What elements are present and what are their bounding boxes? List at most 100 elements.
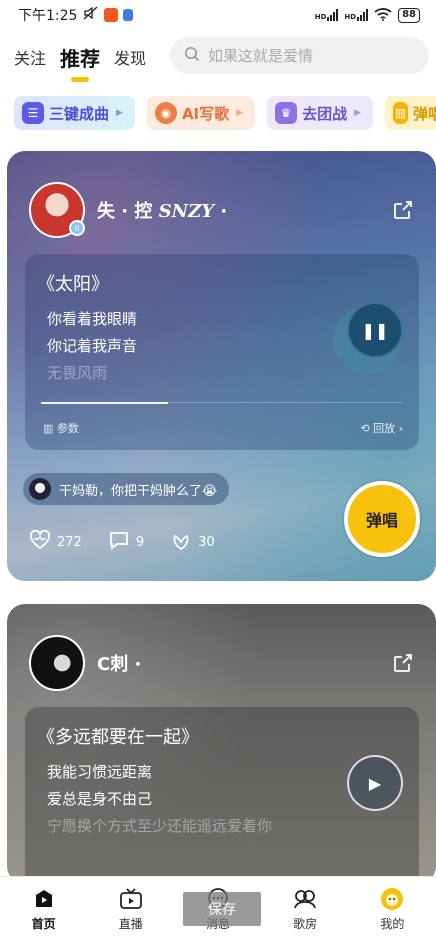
chip-label: 三键成曲 <box>49 104 110 123</box>
lyric-panel[interactable]: 《多远都要在一起》 我能习惯远距离 爱总是身不由己 宁愿换个方式至少还能遥远爱着… <box>25 707 419 884</box>
progress-fill <box>41 401 168 404</box>
search-icon <box>184 46 200 66</box>
nav-profile[interactable]: 我的 <box>362 887 422 932</box>
avatar[interactable]: II <box>29 182 85 238</box>
song-title: 《多远都要在一起》 <box>37 727 199 748</box>
card-header: C刺 · <box>29 634 141 692</box>
params-button[interactable]: ▥ 参数 <box>43 420 79 436</box>
progress-bar[interactable] <box>41 401 403 404</box>
signal-2-icon: HD <box>344 9 369 21</box>
username-text: 失 · 控 <box>97 201 153 222</box>
profile-avatar-icon <box>379 887 405 911</box>
lyric-line: 你记着我声音 <box>47 337 138 355</box>
lyric-line: 无畏风雨 <box>47 364 108 382</box>
gift-button[interactable]: 30 <box>170 529 215 555</box>
nav-live[interactable]: 直播 <box>101 887 161 932</box>
status-bar: 下午1:25 HD HD 88 <box>0 0 436 30</box>
music-bars-icon: ☰ <box>22 102 44 124</box>
home-play-icon <box>31 887 57 911</box>
chevron-right-icon: › <box>398 422 403 435</box>
avatar[interactable] <box>29 635 85 691</box>
heart-icon <box>29 529 51 554</box>
song-title: 《太阳》 <box>37 274 109 295</box>
lyric-panel[interactable]: 《太阳》 你看着我眼睛 你记着我声音 无畏风雨 ❚❚ ▥ 参数 ⟲ 回放 › <box>25 254 419 450</box>
sing-along-button[interactable]: 弹唱 <box>344 481 420 557</box>
nav-label: 歌房 <box>293 917 318 931</box>
chip-three-key-song[interactable]: ☰ 三键成曲 ▶ <box>14 96 135 130</box>
replay-label: 回放 <box>373 422 396 435</box>
comment-button[interactable]: 9 <box>108 530 144 554</box>
card-header: II 失 · 控 SNZY · <box>29 181 227 239</box>
tab-recommend[interactable]: 推荐 <box>60 43 100 72</box>
share-icon[interactable] <box>392 652 414 674</box>
tab-follow[interactable]: 关注 <box>14 45 46 69</box>
top-comment[interactable]: 干妈勒，你把干妈肿么了😭 <box>23 473 230 505</box>
lyric-line: 我能习惯远距离 <box>47 763 153 781</box>
replay-button[interactable]: ⟲ 回放 › <box>360 420 403 436</box>
download-notification-icon <box>123 9 134 21</box>
battery-indicator: 88 <box>398 7 420 23</box>
params-label: 参数 <box>56 422 79 435</box>
chevron-right-icon: ▶ <box>236 108 244 118</box>
mute-icon <box>83 6 99 24</box>
room-icon <box>292 887 318 911</box>
nav-label: 我的 <box>380 917 405 931</box>
lyric-line: 爱总是身不由己 <box>47 790 153 808</box>
chip-label: AI写歌 <box>181 104 230 123</box>
nav-label: 首页 <box>31 917 56 931</box>
signal-1-label: HD <box>314 13 327 21</box>
panel-footer: ▥ 参数 ⟲ 回放 › <box>43 420 403 436</box>
status-right-icons: HD HD 88 <box>315 7 420 24</box>
like-count: 272 <box>57 534 82 550</box>
chip-ai-write-song[interactable]: ◉ AI写歌 ▶ <box>146 96 256 130</box>
ai-icon: ◉ <box>154 102 177 124</box>
commenter-avatar <box>29 478 51 500</box>
feed-card[interactable]: C刺 · 《多远都要在一起》 我能习惯远距离 爱总是身不由己 宁愿换个方式至少还… <box>7 604 436 884</box>
chip-sing-along[interactable]: ▥ 弹唱 <box>385 96 436 130</box>
search-placeholder: 如果这就是爱情 <box>208 47 314 65</box>
tab-discover[interactable]: 发现 <box>114 45 146 69</box>
share-icon[interactable] <box>392 199 414 221</box>
feature-chips: ☰ 三键成曲 ▶ ◉ AI写歌 ▶ ♛ 去团战 ▶ ▥ 弹唱 <box>14 96 436 130</box>
feed-card[interactable]: II 失 · 控 SNZY · 《太阳》 你看着我眼睛 你记着我声音 无畏风雨 … <box>7 151 436 581</box>
wifi-icon <box>374 7 392 24</box>
chevron-right-icon: ▶ <box>354 108 361 118</box>
nav-song-room[interactable]: 歌房 <box>275 887 335 932</box>
like-button[interactable]: 272 <box>29 529 82 554</box>
username[interactable]: C刺 · <box>97 650 141 676</box>
chip-team-battle[interactable]: ♛ 去团战 ▶ <box>267 96 373 130</box>
signal-1-icon: HD <box>315 9 339 21</box>
username-text: C刺 <box>97 654 129 675</box>
play-button[interactable]: ▶ <box>347 755 403 811</box>
app-notification-icon <box>104 8 119 22</box>
comment-text: 干妈勒，你把干妈肿么了😭 <box>59 483 218 499</box>
pause-button[interactable]: ❚❚ <box>347 302 403 358</box>
flower-icon <box>170 529 192 555</box>
chip-label: 弹唱 <box>412 104 436 123</box>
card-stats: 272 9 30 <box>29 529 215 555</box>
play-icon: ▶ <box>368 773 382 793</box>
pause-icon: ❚❚ <box>361 320 389 340</box>
status-left-icons <box>83 6 134 24</box>
username-suffix: · <box>220 201 228 222</box>
feed-tabs: 关注 推荐 发现 <box>14 40 146 74</box>
nav-home[interactable]: 首页 <box>14 887 74 932</box>
trophy-icon: ♛ <box>275 102 298 124</box>
tv-icon <box>118 887 144 911</box>
chip-label: 去团战 <box>302 104 348 123</box>
username-italic: SNZY <box>158 201 215 222</box>
comment-count: 9 <box>135 534 145 550</box>
signal-2-label: HD <box>344 13 357 21</box>
search-input[interactable]: 如果这就是爱情 <box>170 37 429 74</box>
username-suffix: · <box>134 654 142 675</box>
comment-icon <box>108 530 130 554</box>
params-icon: ▥ <box>43 422 54 435</box>
username[interactable]: 失 · 控 SNZY · <box>97 197 227 223</box>
save-button[interactable]: 保存 <box>183 892 261 926</box>
nav-label: 直播 <box>118 917 143 931</box>
guitar-icon: ▥ <box>393 102 408 124</box>
chevron-right-icon: ▶ <box>116 108 123 118</box>
pause-badge-icon: II <box>69 220 85 236</box>
gift-count: 30 <box>198 534 215 550</box>
status-time: 下午1:25 <box>18 8 78 24</box>
